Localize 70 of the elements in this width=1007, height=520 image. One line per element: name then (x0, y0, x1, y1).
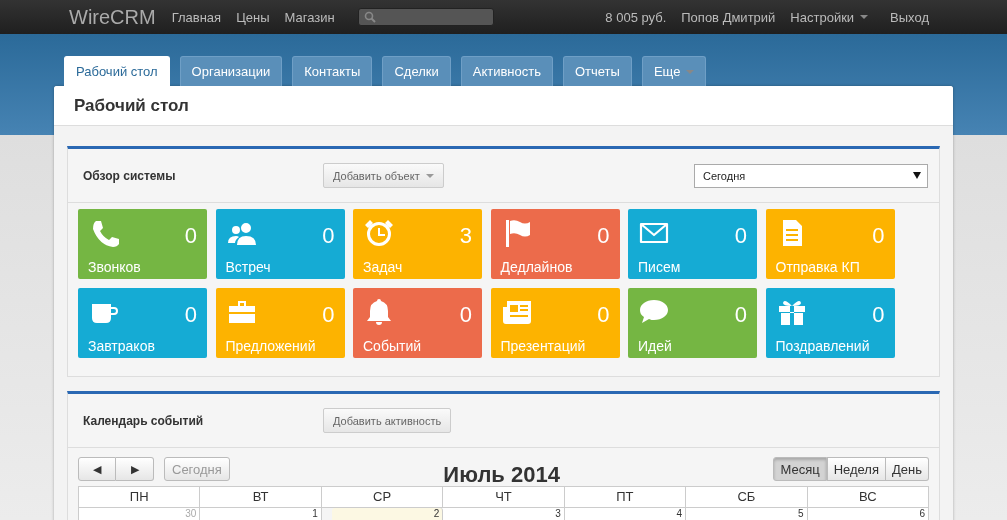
tile-count: 0 (322, 223, 335, 249)
tile-count: 0 (734, 302, 747, 328)
nav-tab[interactable]: Активность (460, 56, 553, 86)
day-cell[interactable]: 1 (200, 508, 322, 520)
logout-link[interactable]: Выход (890, 9, 929, 25)
nav-tab[interactable]: Рабочий стол (64, 56, 170, 86)
tile-label: Идей (638, 338, 672, 354)
balance-text: 8 005 руб. (605, 9, 667, 25)
search-field[interactable] (357, 8, 494, 26)
dropdown-arrow-icon (913, 172, 921, 179)
view-button[interactable]: Месяц (773, 457, 827, 481)
day-cell[interactable]: 6 (807, 508, 929, 520)
tile-label: Задач (363, 259, 403, 275)
tile-label: Событий (363, 338, 422, 354)
nav-link[interactable]: Главная (171, 9, 222, 25)
day-cell[interactable]: 3 (443, 508, 565, 520)
tile-count: 3 (459, 223, 472, 249)
tile-label: Встреч (225, 259, 271, 275)
nav-tab[interactable]: Сделки (382, 56, 451, 86)
tile-label: Дедлайнов (500, 259, 573, 275)
tile-label: Презентаций (500, 338, 586, 354)
nav-tab[interactable]: Контакты (292, 56, 373, 86)
month-title: Июль 2014 (442, 462, 561, 488)
user-link[interactable]: Попов Дмитрий (681, 9, 776, 25)
stat-tile[interactable]: 0 Событий (353, 288, 482, 358)
tile-label: Звонков (88, 259, 141, 275)
tile-label: Отправка КП (775, 259, 860, 275)
weekday-header: ВТ (200, 486, 322, 508)
add-activity-button[interactable]: Добавить активность (323, 408, 452, 433)
page-title: Рабочий стол (74, 95, 189, 116)
weekday-header: ПТ (564, 486, 687, 508)
tile-count: 0 (459, 302, 472, 328)
weekday-header: ПН (79, 486, 201, 508)
nav-tab[interactable]: Еще (641, 56, 707, 86)
day-cell[interactable]: 4 (564, 508, 687, 520)
weekday-header: СР (321, 486, 444, 508)
settings-menu[interactable]: Настройки (790, 9, 869, 25)
next-button[interactable]: ▶ (116, 457, 154, 481)
tile-label: Предложений (225, 338, 316, 354)
brand-logo[interactable]: WireCRM (69, 5, 156, 29)
panel-title: Обзор системы (83, 168, 177, 183)
tile-count: 0 (872, 223, 885, 249)
nav-tab[interactable]: Организации (179, 56, 283, 86)
tile-label: Завтраков (88, 338, 155, 354)
add-object-button[interactable]: Добавить объект (323, 163, 444, 188)
tile-count: 0 (597, 223, 610, 249)
period-select[interactable]: Сегодня (694, 163, 928, 188)
nav-link[interactable]: Магазин (284, 9, 335, 25)
search-icon (363, 11, 376, 23)
weekday-header: ЧТ (443, 486, 565, 508)
previous-button[interactable]: ◀ (78, 457, 116, 481)
nav-tab[interactable]: Отчеты (563, 56, 632, 86)
nav-link[interactable]: Цены (236, 9, 270, 25)
tile-count: 0 (597, 302, 610, 328)
alarm-clock-icon (363, 217, 395, 249)
weekday-header: СБ (686, 486, 808, 508)
day-cell[interactable]: 5 (686, 508, 808, 520)
tile-label: Писем (638, 259, 681, 275)
stat-tile[interactable]: 0 Дедлайнов (490, 209, 620, 279)
panel-title: Календарь событий (83, 413, 205, 428)
tile-label: Поздравлений (775, 338, 870, 354)
weekday-header: ВС (807, 486, 929, 508)
tile-count: 0 (734, 223, 747, 249)
view-button[interactable]: День (886, 457, 929, 481)
tile-count: 0 (322, 302, 335, 328)
day-cell[interactable]: 2 (331, 508, 444, 520)
tile-count: 0 (184, 223, 197, 249)
tile-count: 0 (184, 302, 197, 328)
tile-count: 0 (872, 302, 885, 328)
view-button[interactable]: Неделя (826, 457, 886, 481)
